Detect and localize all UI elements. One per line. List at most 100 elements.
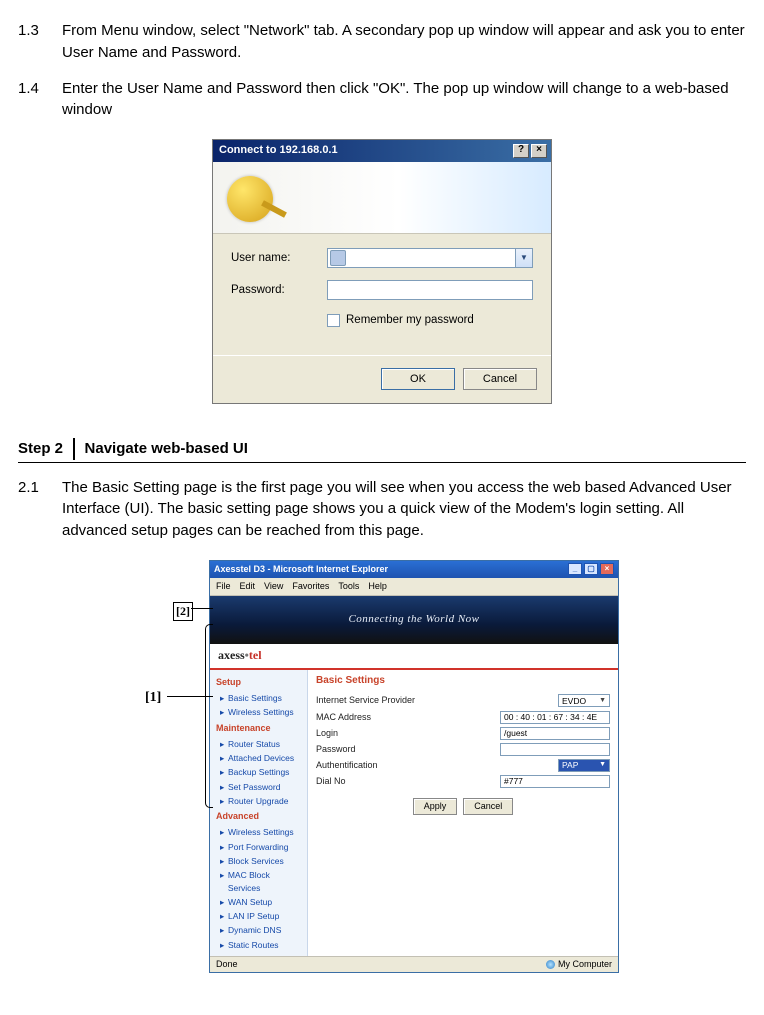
username-label: User name: [231,250,327,267]
remember-label: Remember my password [346,312,474,329]
password-input[interactable] [327,280,533,300]
callout-1: [1] [145,688,161,708]
step-text: Enter the User Name and Password then cl… [62,78,746,122]
maximize-button[interactable]: ▢ [584,563,598,575]
form-row: Password [316,743,610,756]
text-input[interactable]: 00 : 40 : 01 : 67 : 34 : 4E [500,711,610,724]
password-label: Password: [231,282,327,299]
arrow-icon: ▸ [220,855,228,867]
dialog-title: Connect to 192.168.0.1 [219,143,338,159]
logo-row: axess•tel [210,644,618,670]
browser-status-bar: Done My Computer [210,956,618,972]
sidebar-nav: Setup▸Basic Settings▸Wireless SettingsMa… [210,670,308,956]
browser-menu-bar: File Edit View Favorites Tools Help [210,578,618,596]
close-button[interactable]: × [531,144,547,158]
form-row: Dial No#777 [316,775,610,788]
arrow-icon: ▸ [220,910,228,922]
sidebar-item[interactable]: ▸Backup Settings [210,765,307,779]
connect-dialog-figure: Connect to 192.168.0.1 ? × User name: ▼ … [18,139,746,404]
keys-icon [227,176,273,222]
arrow-icon: ▸ [220,766,228,778]
brand-logo: axess•tel [218,647,262,664]
text-input[interactable]: #777 [500,775,610,788]
close-button[interactable]: × [600,563,614,575]
browser-window: Axesstel D3 - Microsoft Internet Explore… [209,560,619,973]
browser-title: Axesstel D3 - Microsoft Internet Explore… [214,563,388,576]
arrow-icon: ▸ [220,795,228,807]
step-number: 1.3 [18,20,62,64]
select-input[interactable]: PAP▼ [558,759,610,772]
main-panel: Basic Settings Internet Service Provider… [308,670,618,956]
ok-button[interactable]: OK [381,368,455,390]
main-title: Basic Settings [316,674,610,689]
sidebar-item[interactable]: ▸MAC Block Services [210,868,307,895]
apply-button[interactable]: Apply [413,798,458,815]
menu-file[interactable]: File [216,580,231,593]
form-row: AuthentificationPAP▼ [316,759,610,772]
arrow-icon: ▸ [220,692,228,704]
browser-figure: [2] [1] Axesstel D3 - Microsoft Internet… [18,560,746,973]
username-dropdown-button[interactable]: ▼ [515,249,532,267]
menu-help[interactable]: Help [368,580,387,593]
sidebar-item[interactable]: ▸LAN IP Setup [210,909,307,923]
instruction-1-3: 1.3 From Menu window, select "Network" t… [18,20,746,64]
menu-edit[interactable]: Edit [240,580,256,593]
sidebar-item[interactable]: ▸Set Password [210,780,307,794]
step-2-title: Navigate web-based UI [85,438,248,460]
username-input[interactable]: ▼ [327,248,533,268]
cancel-button[interactable]: Cancel [463,798,513,815]
user-icon [330,250,346,266]
security-zone: My Computer [546,958,612,971]
cancel-button[interactable]: Cancel [463,368,537,390]
field-label: Login [316,727,500,740]
dialog-banner [213,162,551,234]
sidebar-item[interactable]: ▸Attached Devices [210,751,307,765]
sidebar-item[interactable]: ▸Dynamic DNS [210,923,307,937]
text-input[interactable]: /guest [500,727,610,740]
header-divider [73,438,75,460]
status-done: Done [216,958,238,971]
field-label: MAC Address [316,711,500,724]
menu-view[interactable]: View [264,580,283,593]
callout-2: [2] [173,602,193,621]
page-banner: Connecting the World Now [210,596,618,644]
sidebar-item[interactable]: ▸WAN Setup [210,895,307,909]
sidebar-item[interactable]: ▸Block Services [210,854,307,868]
chevron-down-icon: ▼ [599,696,606,706]
field-label: Internet Service Provider [316,694,558,707]
sidebar-header: Setup [210,674,307,691]
arrow-icon: ▸ [220,706,228,718]
remember-checkbox[interactable] [327,314,340,327]
help-button[interactable]: ? [513,144,529,158]
arrow-icon: ▸ [220,738,228,750]
arrow-icon: ▸ [220,896,228,908]
step-2-label: Step 2 [18,438,63,460]
dialog-titlebar: Connect to 192.168.0.1 ? × [213,140,551,162]
connect-dialog: Connect to 192.168.0.1 ? × User name: ▼ … [212,139,552,404]
text-input[interactable] [500,743,610,756]
arrow-icon: ▸ [220,841,228,853]
arrow-icon: ▸ [220,781,228,793]
menu-tools[interactable]: Tools [338,580,359,593]
chevron-down-icon: ▼ [599,760,606,770]
sidebar-item[interactable]: ▸Basic Settings [210,691,307,705]
sidebar-header: Maintenance [210,720,307,737]
figure-callouts: [2] [1] [145,560,209,820]
sidebar-item[interactable]: ▸Wireless Settings [210,705,307,719]
sidebar-item[interactable]: ▸Router Upgrade [210,794,307,808]
arrow-icon: ▸ [220,752,228,764]
step-number: 1.4 [18,78,62,122]
menu-favorites[interactable]: Favorites [292,580,329,593]
step-text: From Menu window, select "Network" tab. … [62,20,746,64]
globe-icon [546,960,555,969]
sidebar-item[interactable]: ▸Wireless Settings [210,825,307,839]
arrow-icon: ▸ [220,826,228,838]
sidebar-item[interactable]: ▸Port Forwarding [210,840,307,854]
sidebar-header: Advanced [210,808,307,825]
select-input[interactable]: EVDO▼ [558,694,610,707]
sidebar-item[interactable]: ▸Router Status [210,737,307,751]
browser-titlebar: Axesstel D3 - Microsoft Internet Explore… [210,561,618,578]
minimize-button[interactable]: _ [568,563,582,575]
field-label: Password [316,743,500,756]
sidebar-item[interactable]: ▸Static Routes [210,938,307,952]
